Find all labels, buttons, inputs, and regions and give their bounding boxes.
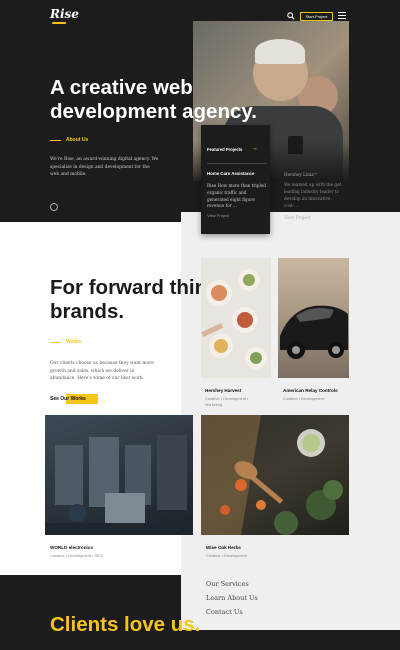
start-project-button[interactable]: Start Project [300,12,333,21]
work-title-world[interactable]: WORLD electronics [50,545,93,550]
see-our-works-button[interactable]: See Our Works [50,394,86,404]
side-project-desc: We teamed up with the get leading indust… [284,182,342,208]
about-us-link[interactable]: About Us [66,137,88,143]
view-project-link[interactable]: View Project [207,213,229,218]
about-divider [50,140,61,141]
page: Rise Start Project A creative web develo… [0,0,400,650]
logo[interactable]: Rise [50,7,79,21]
work-sub-hershey: Creative • Development • Marketing [205,396,249,407]
logo-underline [52,22,66,24]
work-image-world-electronics[interactable] [45,415,193,535]
hero-description: We're Rise, an award-winning digital age… [50,157,159,177]
scroll-down-icon[interactable] [50,203,58,211]
featured-divider [207,163,267,164]
menu-icon[interactable] [338,12,346,19]
featured-project-desc: Rise How more than tripled organic traff… [207,183,266,209]
footer-links: Our Services Learn About Us Contact Us [206,577,258,619]
work-title-wise-oak[interactable]: Wise Oak Herbs [206,545,241,550]
footer-link-about[interactable]: Learn About Us [206,591,258,605]
work-sub-world: Creative • Development • SEO [50,553,103,558]
side-project-blurb: Hershey Linia™ We teamed up with the get… [284,171,344,221]
clients-title: Clients love us. [50,613,201,636]
side-project-title: Hershey Linia™ [284,172,318,177]
work-image-american-relay[interactable] [278,258,349,378]
work-title-hershey[interactable]: Hershey Harvest [205,388,241,393]
works-description: Our clients choose us because they want … [50,361,154,381]
clients-section-right [181,630,400,650]
side-project-view[interactable]: View Project [284,214,344,221]
arrow-right-icon[interactable]: → [251,145,258,152]
hero-title: A creative web development agency. [50,76,257,123]
featured-projects-card[interactable]: Featured Projects → Home Care Assistance… [201,125,270,234]
work-sub-wise-oak: Creative • Development [206,553,247,558]
work-sub-american-relay: Creative • Development [283,396,324,401]
work-image-hershey[interactable] [201,258,271,378]
work-title-american-relay[interactable]: American Relay Controls [283,388,338,393]
works-divider [50,342,61,343]
search-icon[interactable] [287,12,295,20]
footer-link-contact[interactable]: Contact Us [206,605,258,619]
work-image-wise-oak[interactable] [201,415,349,535]
footer-link-services[interactable]: Our Services [206,577,258,591]
works-link[interactable]: Works [66,339,81,345]
featured-projects-label: Featured Projects [207,147,243,152]
featured-project-title: Home Care Assistance [207,171,255,176]
